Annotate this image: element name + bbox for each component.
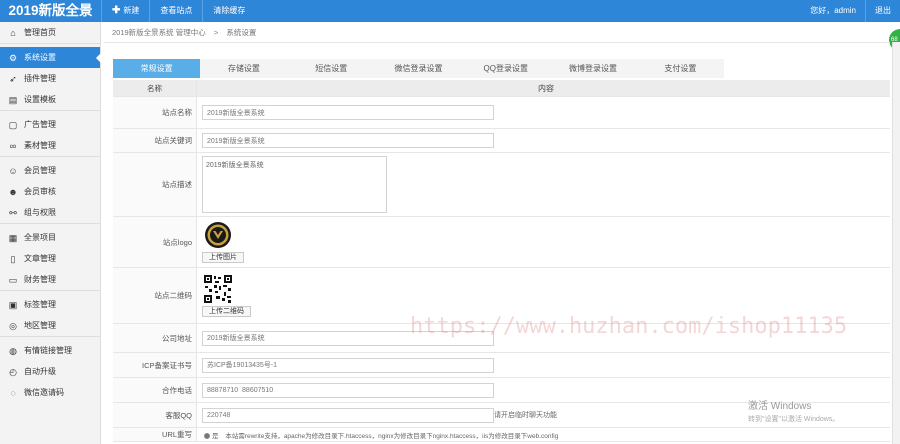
ad-icon: ▢ — [8, 119, 18, 130]
description-textarea[interactable]: 2019新版全景系统 — [202, 156, 387, 213]
sidebar-item-templates[interactable]: ▤ 设置模板 — [0, 89, 100, 110]
sidebar-item-members[interactable]: ☺ 会员管理 — [0, 160, 100, 181]
phone-label: 合作电话 — [113, 378, 197, 402]
keywords-label: 站点关键词 — [113, 129, 197, 152]
column-content-header: 内容 — [197, 80, 890, 96]
upgrade-icon: ◴ — [9, 366, 17, 377]
sidebar-item-ads[interactable]: ▢ 广告管理 — [0, 114, 100, 135]
sidebar-item-system-settings[interactable]: ⚙ 系统设置 — [0, 47, 101, 68]
tab-general[interactable]: 常规设置 — [113, 59, 201, 78]
breadcrumb-divider — [104, 42, 890, 43]
breadcrumb: 2019新版全景系统 管理中心 > 系统设置 — [112, 27, 262, 39]
sidebar-item-finance[interactable]: ▭ 财务管理 — [0, 269, 100, 290]
plane-icon: ➶ — [9, 73, 17, 84]
globe-icon: ◍ — [9, 345, 17, 356]
windows-activation-hint: 转到"设置"以激活 Windows。 — [748, 416, 840, 423]
site-name-input[interactable] — [202, 105, 494, 120]
windows-activation-title: 激活 Windows — [748, 401, 812, 412]
app-logo[interactable]: 2019新版全景 — [0, 0, 101, 22]
link-icon: ∞ — [9, 140, 17, 151]
qrcode-preview — [204, 274, 232, 303]
top-nav: ✚ 新建 查看站点 清除缓存 — [101, 0, 255, 22]
group-icon: ⚯ — [9, 207, 17, 218]
sidebar-item-panorama[interactable]: ▦ 全景项目 — [0, 227, 100, 248]
clear-cache-button[interactable]: 清除缓存 — [202, 0, 255, 22]
sidebar-item-tags[interactable]: ▣ 标签管理 — [0, 294, 100, 315]
user-greeting[interactable]: 您好，admin — [801, 0, 865, 22]
sidebar-item-plugins[interactable]: ➶ 插件管理 — [0, 68, 100, 89]
new-button[interactable]: ✚ 新建 — [101, 0, 149, 22]
breadcrumb-current: 系统设置 — [226, 28, 257, 37]
icp-input[interactable] — [202, 357, 494, 373]
sidebar-item-links[interactable]: ◍ 有情链接管理 — [0, 340, 100, 361]
qq-label: 客服QQ — [113, 403, 197, 427]
sidebar-item-home[interactable]: ⌂ 管理首页 — [0, 22, 100, 43]
user-icon: ☺ — [8, 165, 18, 176]
breadcrumb-separator: > — [213, 28, 219, 37]
description-label: 站点描述 — [113, 153, 197, 216]
page-scrollbar[interactable] — [892, 42, 900, 444]
row-icp: ICP备案证书号 — [113, 353, 890, 378]
logo-emblem — [205, 222, 231, 248]
site-name-label: 站点名称 — [113, 97, 197, 128]
top-bar: 2019新版全景 ✚ 新建 查看站点 清除缓存 您好，admin 退出 — [0, 0, 900, 22]
phone-input[interactable] — [202, 382, 494, 398]
url-rewrite-label: URL重写 — [113, 428, 197, 441]
column-name-header: 名称 — [113, 80, 197, 96]
grid-icon: ▦ — [8, 232, 18, 243]
keywords-input[interactable] — [202, 133, 494, 148]
settings-tabs: 常规设置 存储设置 短信设置 微信登录设置 QQ登录设置 微博登录设置 支付设置 — [113, 59, 724, 78]
top-right: 您好，admin 退出 — [801, 0, 900, 22]
home-icon: ⌂ — [10, 27, 16, 38]
qq-input[interactable] — [202, 407, 494, 423]
sidebar-item-member-review[interactable]: ☻ 会员审核 — [0, 181, 100, 202]
tab-weibo-login[interactable]: 微博登录设置 — [549, 59, 636, 78]
template-icon: ▤ — [8, 94, 18, 105]
sidebar: ⌂ 管理首页 ⚙ 系统设置 ➶ 插件管理 ▤ 设置模板 ▢ 广告管理 ∞ 素材管理 ☺ 会员管… — [0, 22, 101, 444]
url-rewrite-options: 是 本站需rewrite支持，apache为修改目录下.htaccess，ngi… — [202, 430, 558, 440]
sidebar-item-materials[interactable]: ∞ 素材管理 — [0, 135, 100, 156]
wechat-icon: ◌ — [10, 387, 16, 398]
tab-sms[interactable]: 短信设置 — [288, 59, 375, 78]
gear-icon: ⚙ — [8, 52, 18, 63]
sidebar-item-groups[interactable]: ⚯ 组与权限 — [0, 202, 100, 223]
qq-hint: 请开启临时聊天功能 — [494, 412, 557, 419]
row-description: 站点描述 2019新版全景系统 — [113, 153, 890, 217]
qrcode-label: 站点二维码 — [113, 268, 197, 323]
url-rewrite-radio-yes[interactable] — [204, 432, 210, 439]
upload-qrcode-button[interactable]: 上传二维码 — [202, 305, 251, 317]
user-check-icon: ☻ — [8, 186, 18, 197]
finance-icon: ▭ — [8, 274, 18, 285]
document-icon: ▯ — [10, 253, 16, 264]
watermark-text: https://www.huzhan.com/ishop11135 — [410, 314, 848, 339]
sidebar-item-wechat-invite[interactable]: ◌ 微信邀请码 — [0, 382, 100, 403]
sidebar-item-upgrade[interactable]: ◴ 自动升级 — [0, 361, 100, 382]
qrcode-image — [204, 274, 232, 303]
windows-activation: 激活 Windows 转到"设置"以激活 Windows。 — [748, 397, 839, 424]
icp-label: ICP备案证书号 — [113, 353, 197, 377]
url-rewrite-desc: 本站需rewrite支持，apache为修改目录下.htaccess，nginx… — [225, 432, 559, 440]
logout-link[interactable]: 退出 — [865, 0, 900, 22]
tab-qq-login[interactable]: QQ登录设置 — [462, 59, 549, 78]
settings-form: 名称 内容 站点名称 站点关键词 站点描述 2019新版全景系统 站点logo … — [113, 80, 890, 442]
breadcrumb-home[interactable]: 2019新版全景系统 管理中心 — [112, 28, 206, 37]
row-keywords: 站点关键词 — [113, 129, 890, 153]
logo-preview — [204, 221, 232, 249]
logo-label: 站点logo — [113, 217, 197, 267]
row-url-rewrite: URL重写 是 本站需rewrite支持，apache为修改目录下.htacce… — [113, 428, 890, 442]
row-site-name: 站点名称 — [113, 97, 890, 129]
sidebar-item-regions[interactable]: ◎ 地区管理 — [0, 315, 100, 336]
tab-payment[interactable]: 支付设置 — [637, 59, 724, 78]
tab-wechat-login[interactable]: 微信登录设置 — [375, 59, 462, 78]
tab-storage[interactable]: 存储设置 — [200, 59, 287, 78]
plus-icon: ✚ — [112, 5, 121, 16]
address-label: 公司地址 — [113, 324, 197, 352]
location-icon: ◎ — [9, 320, 17, 331]
sidebar-item-articles[interactable]: ▯ 文章管理 — [0, 248, 100, 269]
upload-logo-button[interactable]: 上传图片 — [202, 252, 244, 263]
row-logo: 站点logo 上传图片 — [113, 217, 890, 268]
tag-icon: ▣ — [8, 299, 18, 310]
table-header: 名称 内容 — [113, 80, 890, 97]
view-site-button[interactable]: 查看站点 — [149, 0, 202, 22]
